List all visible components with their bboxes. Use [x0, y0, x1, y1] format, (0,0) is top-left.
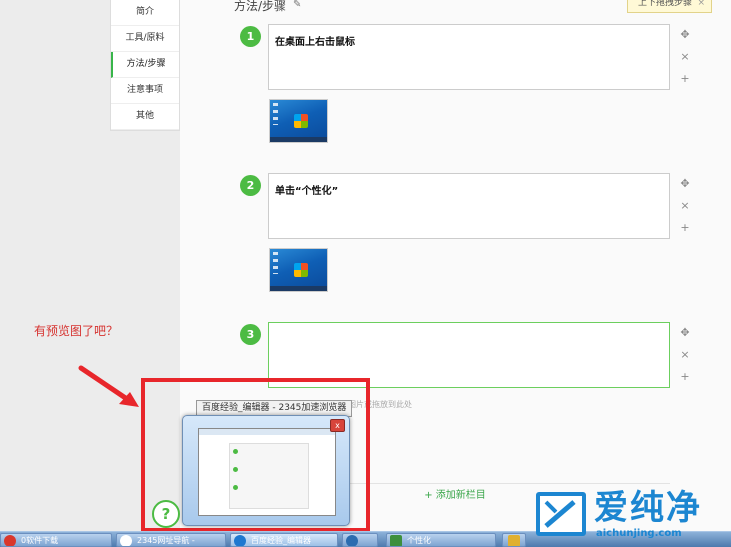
- watermark-box-icon: [536, 492, 586, 536]
- preview-window-snapshot: [198, 428, 336, 516]
- taskbar-thumbnail-preview[interactable]: x: [182, 415, 350, 526]
- taskbar-item-extra[interactable]: [502, 533, 526, 547]
- nav-item-intro[interactable]: 简介: [111, 0, 179, 26]
- step-number-1: 1: [240, 26, 261, 47]
- add-icon[interactable]: +: [678, 72, 692, 85]
- taskbar-item-baidu-editor[interactable]: 百度经验_编辑器: [230, 533, 338, 547]
- personalize-app-icon: [390, 535, 402, 546]
- windows-logo-icon: [294, 263, 308, 277]
- taskbar-item-label: 2345网址导航 -: [137, 536, 195, 545]
- download-app-icon: [4, 535, 16, 546]
- preview-content: [229, 443, 309, 509]
- step-number-2: 2: [240, 175, 261, 196]
- step-1-textarea[interactable]: 在桌面上右击鼠标: [268, 24, 670, 90]
- browser-app-icon: [120, 535, 132, 546]
- desktop-icons: [273, 103, 278, 125]
- preview-step-dot: [233, 449, 238, 454]
- preview-step-dot: [233, 467, 238, 472]
- move-icon[interactable]: ✥: [678, 177, 692, 190]
- desktop-icons: [273, 252, 278, 274]
- delete-icon[interactable]: ×: [678, 50, 692, 63]
- step-1-image-thumbnail[interactable]: [269, 99, 328, 143]
- nav-item-notes[interactable]: 注意事项: [111, 78, 179, 104]
- nav-item-steps[interactable]: 方法/步骤: [111, 52, 179, 78]
- tooltip-text: 上下拖拽步骤: [638, 0, 693, 8]
- watermark-subtext: aichunjing.com: [596, 528, 682, 539]
- plus-icon: +: [424, 490, 433, 501]
- taskbar-item-label: 0软件下载: [21, 536, 59, 545]
- nav-item-other[interactable]: 其他: [111, 104, 179, 130]
- delete-icon[interactable]: ×: [678, 199, 692, 212]
- delete-icon[interactable]: ×: [678, 348, 692, 361]
- annotation-arrow-icon: [78, 365, 139, 407]
- step-2-image-thumbnail[interactable]: [269, 248, 328, 292]
- add-icon[interactable]: +: [678, 370, 692, 383]
- tool-app-icon: [346, 535, 358, 546]
- side-navigation: 简介 工具/原料 方法/步骤 注意事项 其他: [110, 0, 180, 131]
- add-column-label: 添加新栏目: [435, 490, 486, 501]
- drag-tooltip: 上下拖拽步骤 ×: [627, 0, 712, 13]
- edit-pencil-icon[interactable]: ✎: [293, 0, 301, 10]
- watermark-logo: 爱纯净 aichunjing.com: [536, 488, 726, 544]
- thumbnail-taskbar: [270, 286, 327, 291]
- tooltip-close-icon[interactable]: ×: [697, 0, 705, 14]
- taskbar-item-label: 百度经验_编辑器: [251, 536, 311, 545]
- taskbar-item-download[interactable]: 0软件下载: [0, 533, 112, 547]
- section-title: 方法/步骤: [234, 0, 287, 13]
- ie-app-icon: [234, 535, 246, 546]
- watermark-text: 爱纯净: [594, 488, 702, 528]
- step-2-textarea[interactable]: 单击“个性化”: [268, 173, 670, 239]
- move-icon[interactable]: ✥: [678, 326, 692, 339]
- move-icon[interactable]: ✥: [678, 28, 692, 41]
- add-icon[interactable]: +: [678, 221, 692, 234]
- annotation-text: 有预览图了吧？: [34, 324, 119, 338]
- taskbar-item-tool[interactable]: [342, 533, 378, 547]
- nav-item-tools[interactable]: 工具/原料: [111, 26, 179, 52]
- thumbnail-taskbar: [270, 137, 327, 142]
- help-icon[interactable]: ?: [152, 500, 180, 528]
- taskbar-item-label: 个性化: [407, 536, 431, 545]
- preview-toolbar: [199, 429, 335, 435]
- step-number-3: 3: [240, 324, 261, 345]
- taskbar-item-personalize[interactable]: 个性化: [386, 533, 496, 547]
- preview-step-dot: [233, 485, 238, 490]
- extra-app-icon: [508, 535, 520, 546]
- preview-close-icon[interactable]: x: [330, 419, 345, 432]
- taskbar-item-2345-nav[interactable]: 2345网址导航 -: [116, 533, 226, 547]
- windows-logo-icon: [294, 114, 308, 128]
